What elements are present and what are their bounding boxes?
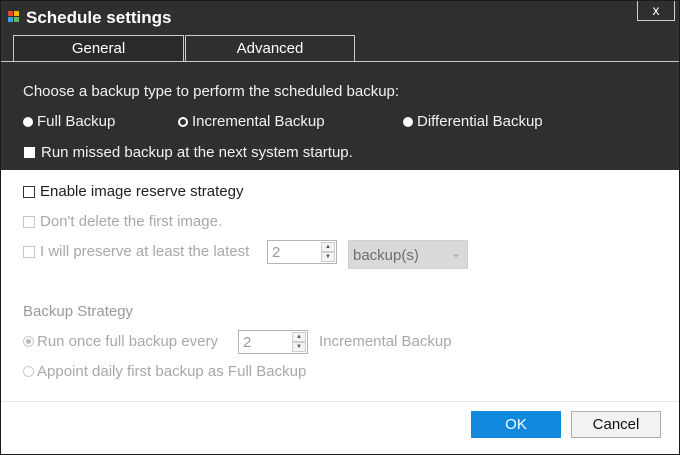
radio-appoint-daily-full[interactable]: Appoint daily first backup as Full Backu… [23, 363, 306, 380]
cancel-button[interactable]: Cancel [571, 411, 661, 438]
checkbox-icon [23, 185, 35, 198]
checkbox-icon [23, 215, 35, 228]
radio-full-backup[interactable]: Full Backup [23, 113, 115, 130]
stepper-down-icon[interactable]: ▼ [292, 342, 306, 352]
checkbox-preserve-latest[interactable]: I will preserve at least the latest [23, 243, 249, 260]
stepper-down-icon[interactable]: ▼ [321, 252, 335, 262]
radio-unselected-icon [178, 116, 188, 127]
reserve-strategy-panel: Enable image reserve strategy Don't dele… [1, 170, 679, 401]
close-button[interactable]: x [637, 1, 675, 21]
checkbox-label: I will preserve at least the latest [40, 243, 250, 260]
checkbox-icon [23, 245, 35, 258]
backup-strategy-heading: Backup Strategy [23, 303, 134, 320]
radio-run-once-full[interactable]: Run once full backup every [23, 333, 218, 350]
stepper-up-icon[interactable]: ▲ [321, 242, 335, 252]
checkbox-enable-reserve[interactable]: Enable image reserve strategy [23, 183, 243, 200]
checkbox-dont-delete-first[interactable]: Don't delete the first image. [23, 213, 222, 230]
checkbox-label: Don't delete the first image. [40, 213, 223, 230]
close-icon: x [652, 2, 660, 18]
checkbox-label: Run missed backup at the next system sta… [41, 144, 353, 161]
dialog-title: Schedule settings [26, 8, 172, 27]
tab-bar: General Advanced [1, 35, 679, 62]
tab-general[interactable]: General [13, 35, 184, 62]
backup-type-prompt: Choose a backup type to perform the sche… [23, 83, 400, 100]
unit-select[interactable]: backup(s) ⌄ [348, 240, 468, 269]
radio-label: Differential Backup [417, 113, 543, 130]
full-backup-interval-stepper[interactable]: 2 ▲ ▼ [238, 330, 308, 354]
tab-advanced[interactable]: Advanced [185, 35, 355, 62]
app-logo-icon [8, 11, 19, 22]
radio-unselected-icon [23, 366, 34, 377]
dialog-footer: OK Cancel [1, 401, 679, 454]
schedule-settings-dialog: Schedule settings x General Advanced Cho… [0, 0, 680, 455]
ok-button[interactable]: OK [471, 411, 561, 438]
stepper-value: 2 [243, 334, 252, 351]
checkbox-run-missed[interactable]: Run missed backup at the next system sta… [24, 144, 353, 161]
radio-icon [403, 116, 413, 127]
radio-label: Appoint daily first backup as Full Backu… [37, 363, 307, 380]
radio-label: Incremental Backup [192, 113, 325, 130]
checkbox-label: Enable image reserve strategy [40, 183, 244, 200]
preserve-count-stepper[interactable]: 2 ▲ ▼ [267, 240, 337, 264]
title-bar: Schedule settings x [1, 1, 679, 35]
stepper-value: 2 [272, 244, 281, 261]
radio-differential-backup[interactable]: Differential Backup [403, 113, 543, 130]
checkbox-checked-icon [24, 147, 35, 158]
radio-label: Full Backup [37, 113, 116, 130]
backup-type-panel: Choose a backup type to perform the sche… [1, 62, 679, 170]
chevron-down-icon: ⌄ [450, 246, 461, 260]
radio-incremental-backup[interactable]: Incremental Backup [178, 113, 325, 130]
radio-label: Run once full backup every [37, 333, 218, 350]
radio-selected-icon [23, 336, 34, 347]
stepper-up-icon[interactable]: ▲ [292, 332, 306, 342]
run-once-suffix: Incremental Backup [319, 333, 452, 350]
radio-selected-icon [23, 116, 33, 127]
unit-select-value: backup(s) [353, 247, 419, 264]
